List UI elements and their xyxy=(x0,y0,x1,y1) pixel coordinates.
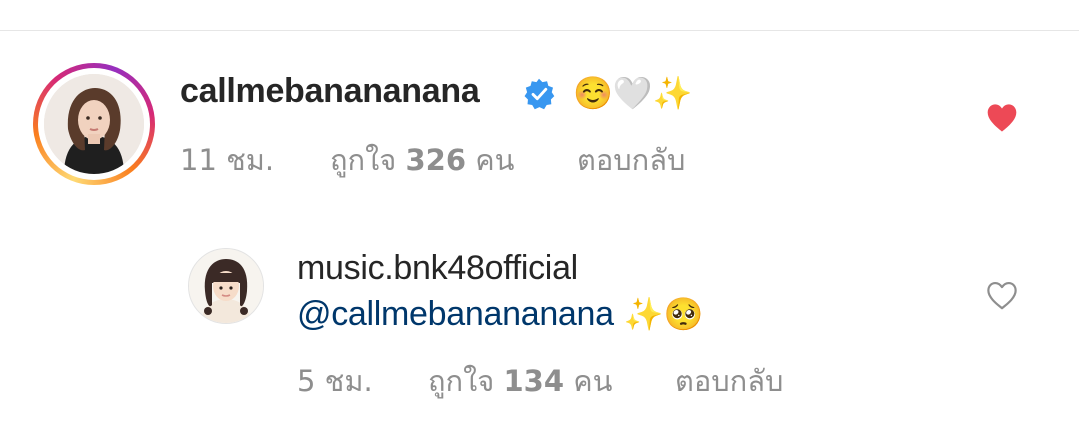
reply-avatar-illustration xyxy=(189,249,263,323)
heart-filled-icon[interactable] xyxy=(985,103,1019,133)
reply-likes-count: 134 xyxy=(503,364,565,398)
comment-likes[interactable]: ถูกใจ 326 คน xyxy=(330,137,515,183)
top-divider xyxy=(0,30,1079,31)
reply-username[interactable]: music.bnk48official xyxy=(297,249,578,288)
avatar[interactable] xyxy=(44,74,144,174)
reply-likes-label: ถูกใจ xyxy=(428,364,495,398)
reply-emoji: ✨🥺 xyxy=(623,295,704,333)
reply-mention-link[interactable]: @callmebanananana xyxy=(297,295,614,333)
reply-time: 5 ชม. xyxy=(297,364,373,398)
reply-likes-unit: คน xyxy=(573,364,613,398)
comment-text: ☺️🤍✨ xyxy=(573,74,693,112)
verified-badge-icon xyxy=(524,78,555,110)
heart-outline-icon[interactable] xyxy=(985,281,1019,311)
comment-likes-unit: คน xyxy=(475,143,515,177)
reply-avatar[interactable] xyxy=(188,248,264,324)
comment-likes-count: 326 xyxy=(405,143,467,177)
avatar-illustration xyxy=(44,74,144,174)
reply-text: @callmebanananana ✨🥺 xyxy=(297,295,703,334)
reply-likes[interactable]: ถูกใจ 134 คน xyxy=(428,358,613,404)
reply-reply-button[interactable]: ตอบกลับ xyxy=(675,358,783,404)
comment-likes-label: ถูกใจ xyxy=(330,143,397,177)
comment-time: 11 ชม. xyxy=(180,143,275,177)
comment-reply-button[interactable]: ตอบกลับ xyxy=(577,137,685,183)
comment-username[interactable]: callmebanananana xyxy=(180,72,480,111)
